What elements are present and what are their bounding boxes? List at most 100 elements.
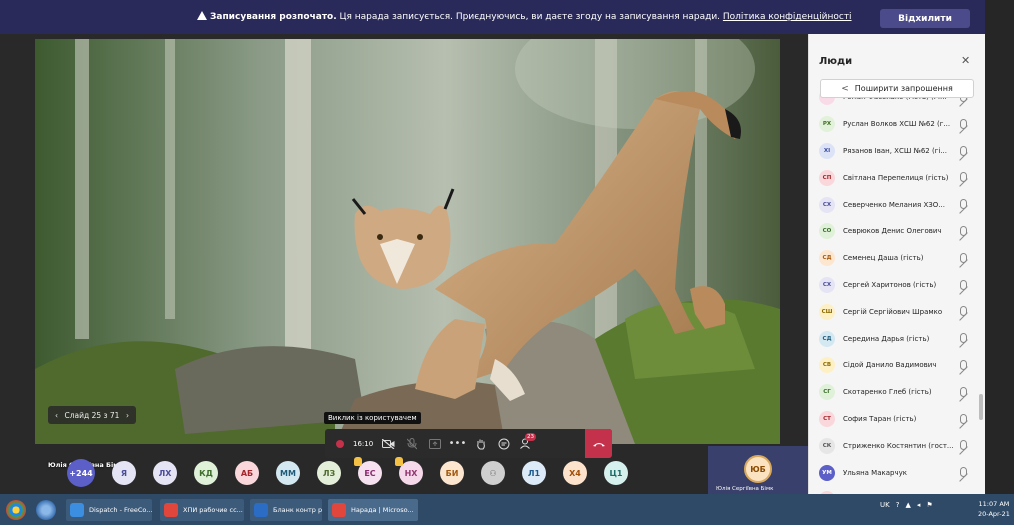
- participant-avatar: СД: [819, 250, 835, 267]
- gallery-avatar[interactable]: Х4: [563, 461, 587, 485]
- start-icon[interactable]: [6, 500, 26, 520]
- recording-banner: Записування розпочато. Ця нарада записує…: [0, 0, 985, 34]
- participant-name: Ульяна Макарчук: [843, 468, 907, 477]
- participant-avatar: СД: [819, 330, 835, 347]
- mic-muted-icon: [960, 118, 967, 129]
- mic-muted-icon: [960, 279, 967, 290]
- recording-text: Ця нарада записується. Приєднуючись, ви …: [336, 12, 723, 22]
- language-indicator[interactable]: UK: [880, 501, 890, 509]
- gallery-avatar[interactable]: ЕС: [354, 457, 382, 485]
- participant-row[interactable]: СТ София Таран (гість): [809, 406, 985, 433]
- taskbar-app-button[interactable]: Нарада | Microso...: [328, 499, 418, 521]
- prev-slide-icon[interactable]: ‹: [55, 411, 58, 420]
- gallery-avatar[interactable]: ЛЗ: [317, 461, 341, 485]
- participant-avatar: СП: [819, 169, 835, 186]
- participant-row[interactable]: СО Севрюков Денис Олегович: [809, 218, 985, 245]
- raised-hand-icon: [354, 457, 362, 466]
- participant-row[interactable]: ФСФатьянов Руслан Сергійович: [809, 486, 985, 494]
- app-icon: [164, 503, 178, 517]
- participant-row[interactable]: СШ Сергій Сергійович Шрамко: [809, 298, 985, 325]
- participant-row[interactable]: СГ Скотаренко Глеб (гість): [809, 379, 985, 406]
- participant-avatar: СХ: [819, 276, 835, 293]
- gallery-avatar[interactable]: КД: [194, 461, 218, 485]
- gallery-avatar[interactable]: БИ: [440, 461, 464, 485]
- avatar-initials: Л1: [527, 468, 541, 478]
- taskbar-app-button[interactable]: Dispatch - FreeCo...: [66, 499, 152, 521]
- avatar-initials: Х4: [569, 468, 581, 478]
- clock[interactable]: 11:07 AM 20-Apr-21: [978, 499, 1010, 519]
- clock-time: 11:07 AM: [978, 500, 1010, 508]
- participant-row[interactable]: СХ Сергей Харитонов (гість): [809, 272, 985, 299]
- participant-avatar: СО: [819, 223, 835, 240]
- gallery-avatar[interactable]: Я: [112, 461, 136, 485]
- close-icon[interactable]: ✕: [961, 54, 970, 67]
- gallery-avatar[interactable]: Ц1: [604, 461, 628, 485]
- mic-muted-icon: [960, 386, 967, 397]
- participant-row[interactable]: РХ Руслан Волков ХСШ №62 (г...: [809, 111, 985, 138]
- clock-date: 20-Apr-21: [978, 510, 1010, 518]
- meeting-stage: ‹ Слайд 25 з 71 › Юлія Сергіївна Бімк Ви…: [0, 34, 808, 494]
- taskbar-app-button[interactable]: ХПИ рабочие сс...: [160, 499, 244, 521]
- gallery-avatar[interactable]: ⚇: [481, 461, 505, 485]
- participant-name: Скотаренко Глеб (гість): [843, 388, 932, 397]
- participant-row[interactable]: СД Семенец Даша (гість): [809, 245, 985, 272]
- participant-avatar: СК: [819, 437, 835, 454]
- participant-row[interactable]: СХ Северченко Мелания ХЗО...: [809, 191, 985, 218]
- hang-up-icon: [592, 442, 605, 446]
- avatar-initials: ЛЗ: [322, 468, 336, 478]
- participant-row[interactable]: СК Стриженко Костянтин (гост...: [809, 432, 985, 459]
- participant-name: Сергей Харитонов (гість): [843, 280, 937, 289]
- app-icon: [254, 503, 268, 517]
- participant-row[interactable]: СП Світлана Перепелиця (гість): [809, 164, 985, 191]
- avatar-initials: АБ: [240, 468, 254, 478]
- recording-message: Записування розпочато. Ця нарада записує…: [210, 12, 852, 22]
- decline-button[interactable]: Відхилити: [880, 9, 970, 28]
- mic-muted-icon: [960, 199, 967, 210]
- warning-icon: [197, 11, 207, 20]
- participant-avatar: СШ: [819, 303, 835, 320]
- taskbar-app-button[interactable]: Бланк контр роб...: [250, 499, 322, 521]
- app-label: Dispatch - FreeCo...: [89, 506, 152, 514]
- participant-avatar: РХ: [819, 116, 835, 133]
- participant-name: Рязанов Іван, ХСШ №62 (гі...: [843, 146, 947, 155]
- share-invite-button[interactable]: < Поширити запрошення: [820, 79, 974, 98]
- avatar-initials: ММ: [280, 468, 296, 478]
- participant-row[interactable]: УМ Ульяна Макарчук: [809, 459, 985, 486]
- next-slide-icon[interactable]: ›: [126, 411, 129, 420]
- avatar-initials: НХ: [404, 468, 418, 478]
- gallery-avatar[interactable]: НХ: [395, 457, 423, 485]
- call-tooltip: Виклик із користувачем: [324, 412, 421, 424]
- participant-name: Севрюков Денис Олегович: [843, 227, 942, 236]
- share-invite-label: Поширити запрошення: [854, 84, 953, 93]
- mic-muted-icon: [960, 333, 967, 344]
- participant-row[interactable]: СВ Сідой Данило Вадимович: [809, 352, 985, 379]
- browser-icon[interactable]: [36, 500, 56, 520]
- taskbar: Dispatch - FreeCo... ХПИ рабочие сс... Бла…: [0, 494, 1014, 525]
- participant-gallery: +244 Я ЛХ КД АБ ММ ЛЗ ЕС НХ БИ ⚇ Л1 Х4 Ц1: [55, 453, 708, 493]
- panel-title: Люди: [819, 56, 853, 67]
- participant-row[interactable]: ХІ Рязанов Іван, ХСШ №62 (гі...: [809, 138, 985, 165]
- avatar-initials: ЕС: [364, 468, 376, 478]
- gallery-avatar[interactable]: ММ: [276, 461, 300, 485]
- participant-name: Северченко Мелания ХЗО...: [843, 200, 945, 209]
- more-participants-button[interactable]: +244: [67, 459, 95, 487]
- network-icon[interactable]: ▲: [905, 501, 910, 509]
- participant-name: Стриженко Костянтин (гост...: [843, 441, 954, 450]
- volume-icon[interactable]: ◂: [917, 501, 921, 509]
- share-icon: <: [841, 83, 849, 94]
- screen: Записування розпочато. Ця нарада записує…: [0, 0, 1014, 525]
- gallery-avatar[interactable]: АБ: [235, 461, 259, 485]
- app-icon: [70, 503, 84, 517]
- app-label: ХПИ рабочие сс...: [183, 506, 243, 514]
- gallery-avatar[interactable]: Л1: [522, 461, 546, 485]
- flag-icon[interactable]: ⚑: [926, 501, 932, 509]
- participant-avatar: СВ: [819, 357, 835, 374]
- help-icon[interactable]: ?: [896, 501, 900, 509]
- gallery-avatar[interactable]: ЛХ: [153, 461, 177, 485]
- mic-muted-icon: [960, 145, 967, 156]
- privacy-link[interactable]: Політика конфіденційності: [723, 12, 852, 22]
- mic-muted-icon: [960, 225, 967, 236]
- panel-scrollbar[interactable]: [979, 394, 983, 420]
- slide-counter: Слайд 25 з 71: [64, 410, 120, 420]
- participant-row[interactable]: СД Середина Дарья (гість): [809, 325, 985, 352]
